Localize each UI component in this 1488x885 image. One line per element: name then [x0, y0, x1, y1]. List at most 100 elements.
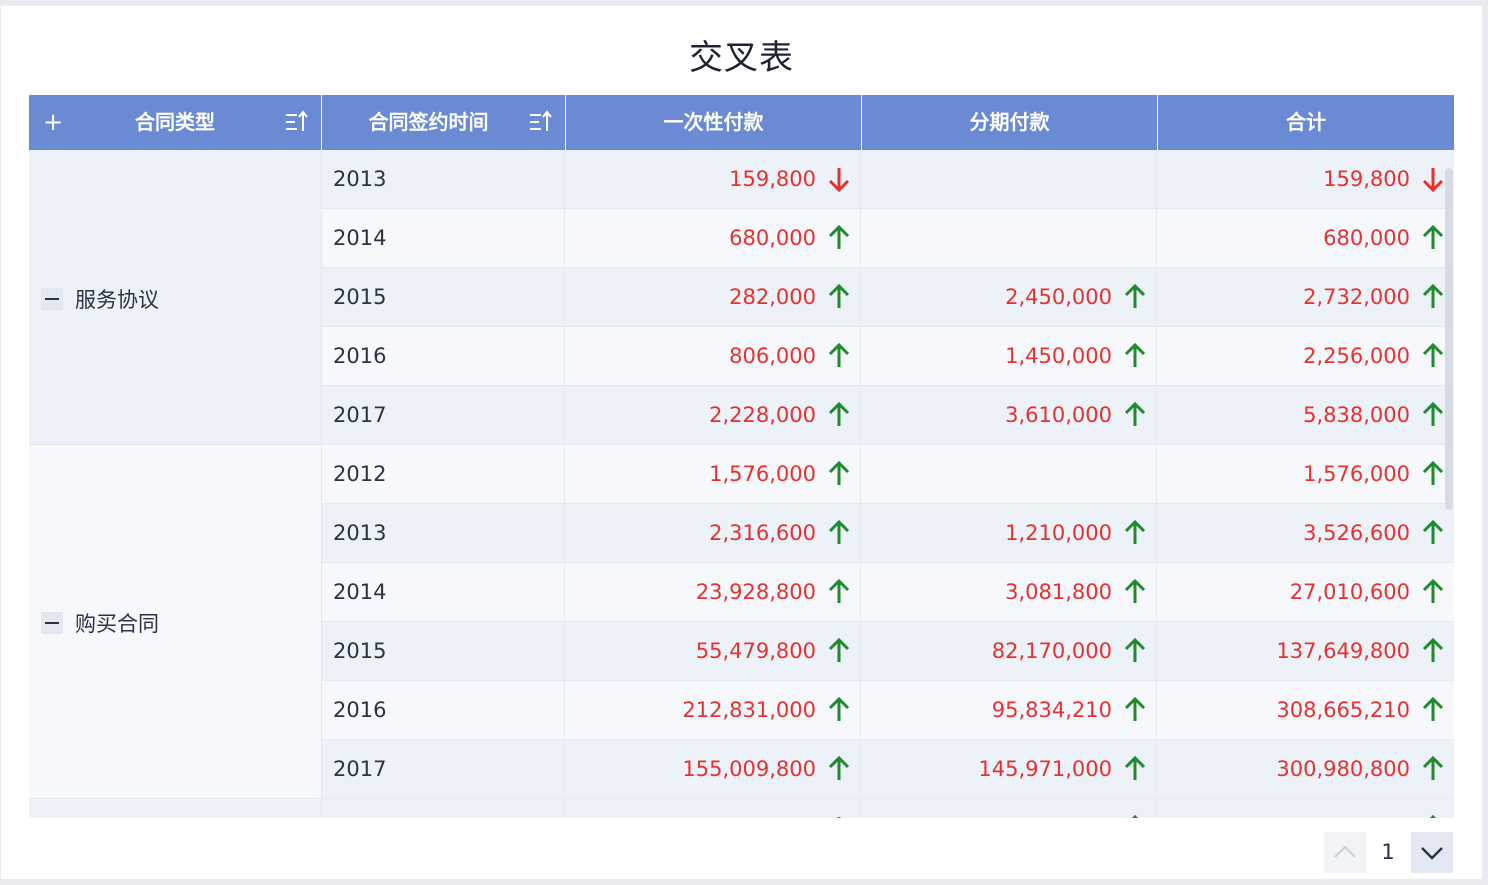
- trend-up-arrow-icon: [1124, 520, 1146, 544]
- header-total[interactable]: 合计: [1158, 95, 1454, 150]
- trend-up-arrow-icon: [1131, 815, 1139, 818]
- cell-year[interactable]: 2015: [322, 268, 565, 326]
- vertical-scrollbar[interactable]: [1445, 168, 1453, 510]
- cell-total[interactable]: 300,980,800: [1157, 740, 1454, 798]
- cell-year[interactable]: 2016: [322, 681, 565, 739]
- table-cell[interactable]: [565, 799, 861, 818]
- cell-installment[interactable]: 145,971,000: [861, 740, 1157, 798]
- header-contract-type[interactable]: + 合同类型: [29, 95, 322, 150]
- expand-all-plus-icon[interactable]: +: [43, 109, 63, 135]
- group-label[interactable]: 服务协议: [41, 284, 159, 314]
- cell-installment[interactable]: 1,450,000: [861, 327, 1157, 385]
- cell-installment[interactable]: 2,450,000: [861, 268, 1157, 326]
- header-one-time[interactable]: 一次性付款: [566, 95, 862, 150]
- cell-one-time[interactable]: 806,000: [565, 327, 861, 385]
- cell-value: 159,800: [1323, 167, 1410, 191]
- header-sign-time[interactable]: 合同签约时间: [322, 95, 566, 150]
- cell-year[interactable]: 2015: [322, 622, 565, 680]
- trend-up-arrow-icon: [1422, 402, 1444, 426]
- cell-year[interactable]: 2014: [322, 563, 565, 621]
- chevron-up-icon: [1334, 845, 1356, 858]
- cell-installment[interactable]: [861, 445, 1157, 503]
- cell-value: 3,610,000: [1005, 403, 1112, 427]
- cell-one-time[interactable]: 55,479,800: [565, 622, 861, 680]
- cell-total[interactable]: 159,800: [1157, 150, 1454, 208]
- cell-total[interactable]: 137,649,800: [1157, 622, 1454, 680]
- cell-one-time[interactable]: 155,009,800: [565, 740, 861, 798]
- cell-value: 806,000: [729, 344, 816, 368]
- cell-value: 27,010,600: [1289, 580, 1410, 604]
- header-label: 合同类型: [135, 110, 215, 134]
- cell-year[interactable]: 2017: [322, 386, 565, 444]
- cell-one-time[interactable]: 2,316,600: [565, 504, 861, 562]
- table-cell[interactable]: [861, 799, 1157, 818]
- cell-total[interactable]: 680,000: [1157, 209, 1454, 267]
- cell-one-time[interactable]: 2,228,000: [565, 386, 861, 444]
- cell-value: 212,831,000: [682, 698, 816, 722]
- cell-value: 680,000: [729, 226, 816, 250]
- cell-installment[interactable]: 3,610,000: [861, 386, 1157, 444]
- sort-ascending-icon[interactable]: [284, 109, 310, 135]
- cell-installment[interactable]: 3,081,800: [861, 563, 1157, 621]
- cell-one-time[interactable]: 212,831,000: [565, 681, 861, 739]
- cell-installment[interactable]: 95,834,210: [861, 681, 1157, 739]
- cell-one-time[interactable]: 23,928,800: [565, 563, 861, 621]
- trend-up-arrow-icon: [1422, 579, 1444, 603]
- group-label[interactable]: 购买合同: [41, 608, 159, 638]
- cell-installment[interactable]: 82,170,000: [861, 622, 1157, 680]
- cell-one-time[interactable]: 282,000: [565, 268, 861, 326]
- cell-value: 1,576,000: [1303, 462, 1410, 486]
- cell-value: 55,479,800: [695, 639, 816, 663]
- cell-total[interactable]: 5,838,000: [1157, 386, 1454, 444]
- cell-value: 159,800: [729, 167, 816, 191]
- cell-value: 1,450,000: [1005, 344, 1112, 368]
- cell-year[interactable]: 2013: [322, 504, 565, 562]
- cell-total[interactable]: 308,665,210: [1157, 681, 1454, 739]
- table-row: 2015 282,000 2,450,000 2,732,000: [322, 268, 1454, 327]
- collapse-minus-icon[interactable]: [41, 612, 63, 634]
- cell-value: 680,000: [1323, 226, 1410, 250]
- cell-value: 145,971,000: [978, 757, 1112, 781]
- cell-year[interactable]: 2016: [322, 327, 565, 385]
- table-row: 2015 55,479,800 82,170,000 137,649,800: [322, 622, 1454, 681]
- table-cell[interactable]: [1157, 799, 1454, 818]
- group-label-text: 购买合同: [75, 612, 159, 636]
- header-label: 合同签约时间: [368, 110, 489, 134]
- header-installment[interactable]: 分期付款: [862, 95, 1158, 150]
- cell-installment[interactable]: 1,210,000: [861, 504, 1157, 562]
- cell-year[interactable]: 2014: [322, 209, 565, 267]
- cell-year[interactable]: 2017: [322, 740, 565, 798]
- table-row: 2012 1,576,000 1,576,000: [322, 445, 1454, 504]
- cell-value: 3,081,800: [1005, 580, 1112, 604]
- row-group: 购买合同: [29, 445, 322, 799]
- cell-one-time[interactable]: 159,800: [565, 150, 861, 208]
- collapse-minus-icon[interactable]: [41, 287, 63, 310]
- cell-total[interactable]: 2,256,000: [1157, 327, 1454, 385]
- trend-down-arrow-icon: [828, 168, 850, 192]
- trend-up-arrow-icon: [828, 284, 850, 308]
- table-row: 2013 2,316,600 1,210,000 3,526,600: [322, 504, 1454, 563]
- cell-installment[interactable]: [861, 150, 1157, 208]
- cell-value: 2,256,000: [1303, 344, 1410, 368]
- page-up-button[interactable]: [1324, 832, 1366, 873]
- group-label-text: 服务协议: [75, 287, 159, 312]
- page-down-button[interactable]: [1411, 832, 1453, 873]
- cell-one-time[interactable]: 680,000: [565, 209, 861, 267]
- cell-value: 282,000: [729, 285, 816, 309]
- cell-year[interactable]: 2013: [322, 150, 565, 208]
- cell-value: 308,665,210: [1276, 698, 1410, 722]
- cell-total[interactable]: 27,010,600: [1157, 563, 1454, 621]
- cell-year[interactable]: 2012: [322, 445, 565, 503]
- cell-total[interactable]: 2,732,000: [1157, 268, 1454, 326]
- cell-one-time[interactable]: 1,576,000: [565, 445, 861, 503]
- cell-total[interactable]: 1,576,000: [1157, 445, 1454, 503]
- trend-up-arrow-icon: [828, 638, 850, 662]
- cell-total[interactable]: 3,526,600: [1157, 504, 1454, 562]
- sort-ascending-icon[interactable]: [528, 109, 554, 135]
- trend-up-arrow-icon: [1124, 579, 1146, 603]
- cell-value: 5,838,000: [1303, 403, 1410, 427]
- cell-value: 3,526,600: [1303, 521, 1410, 545]
- table-cell[interactable]: [322, 799, 565, 818]
- cell-installment[interactable]: [861, 209, 1157, 267]
- trend-down-arrow-icon: [1422, 168, 1444, 192]
